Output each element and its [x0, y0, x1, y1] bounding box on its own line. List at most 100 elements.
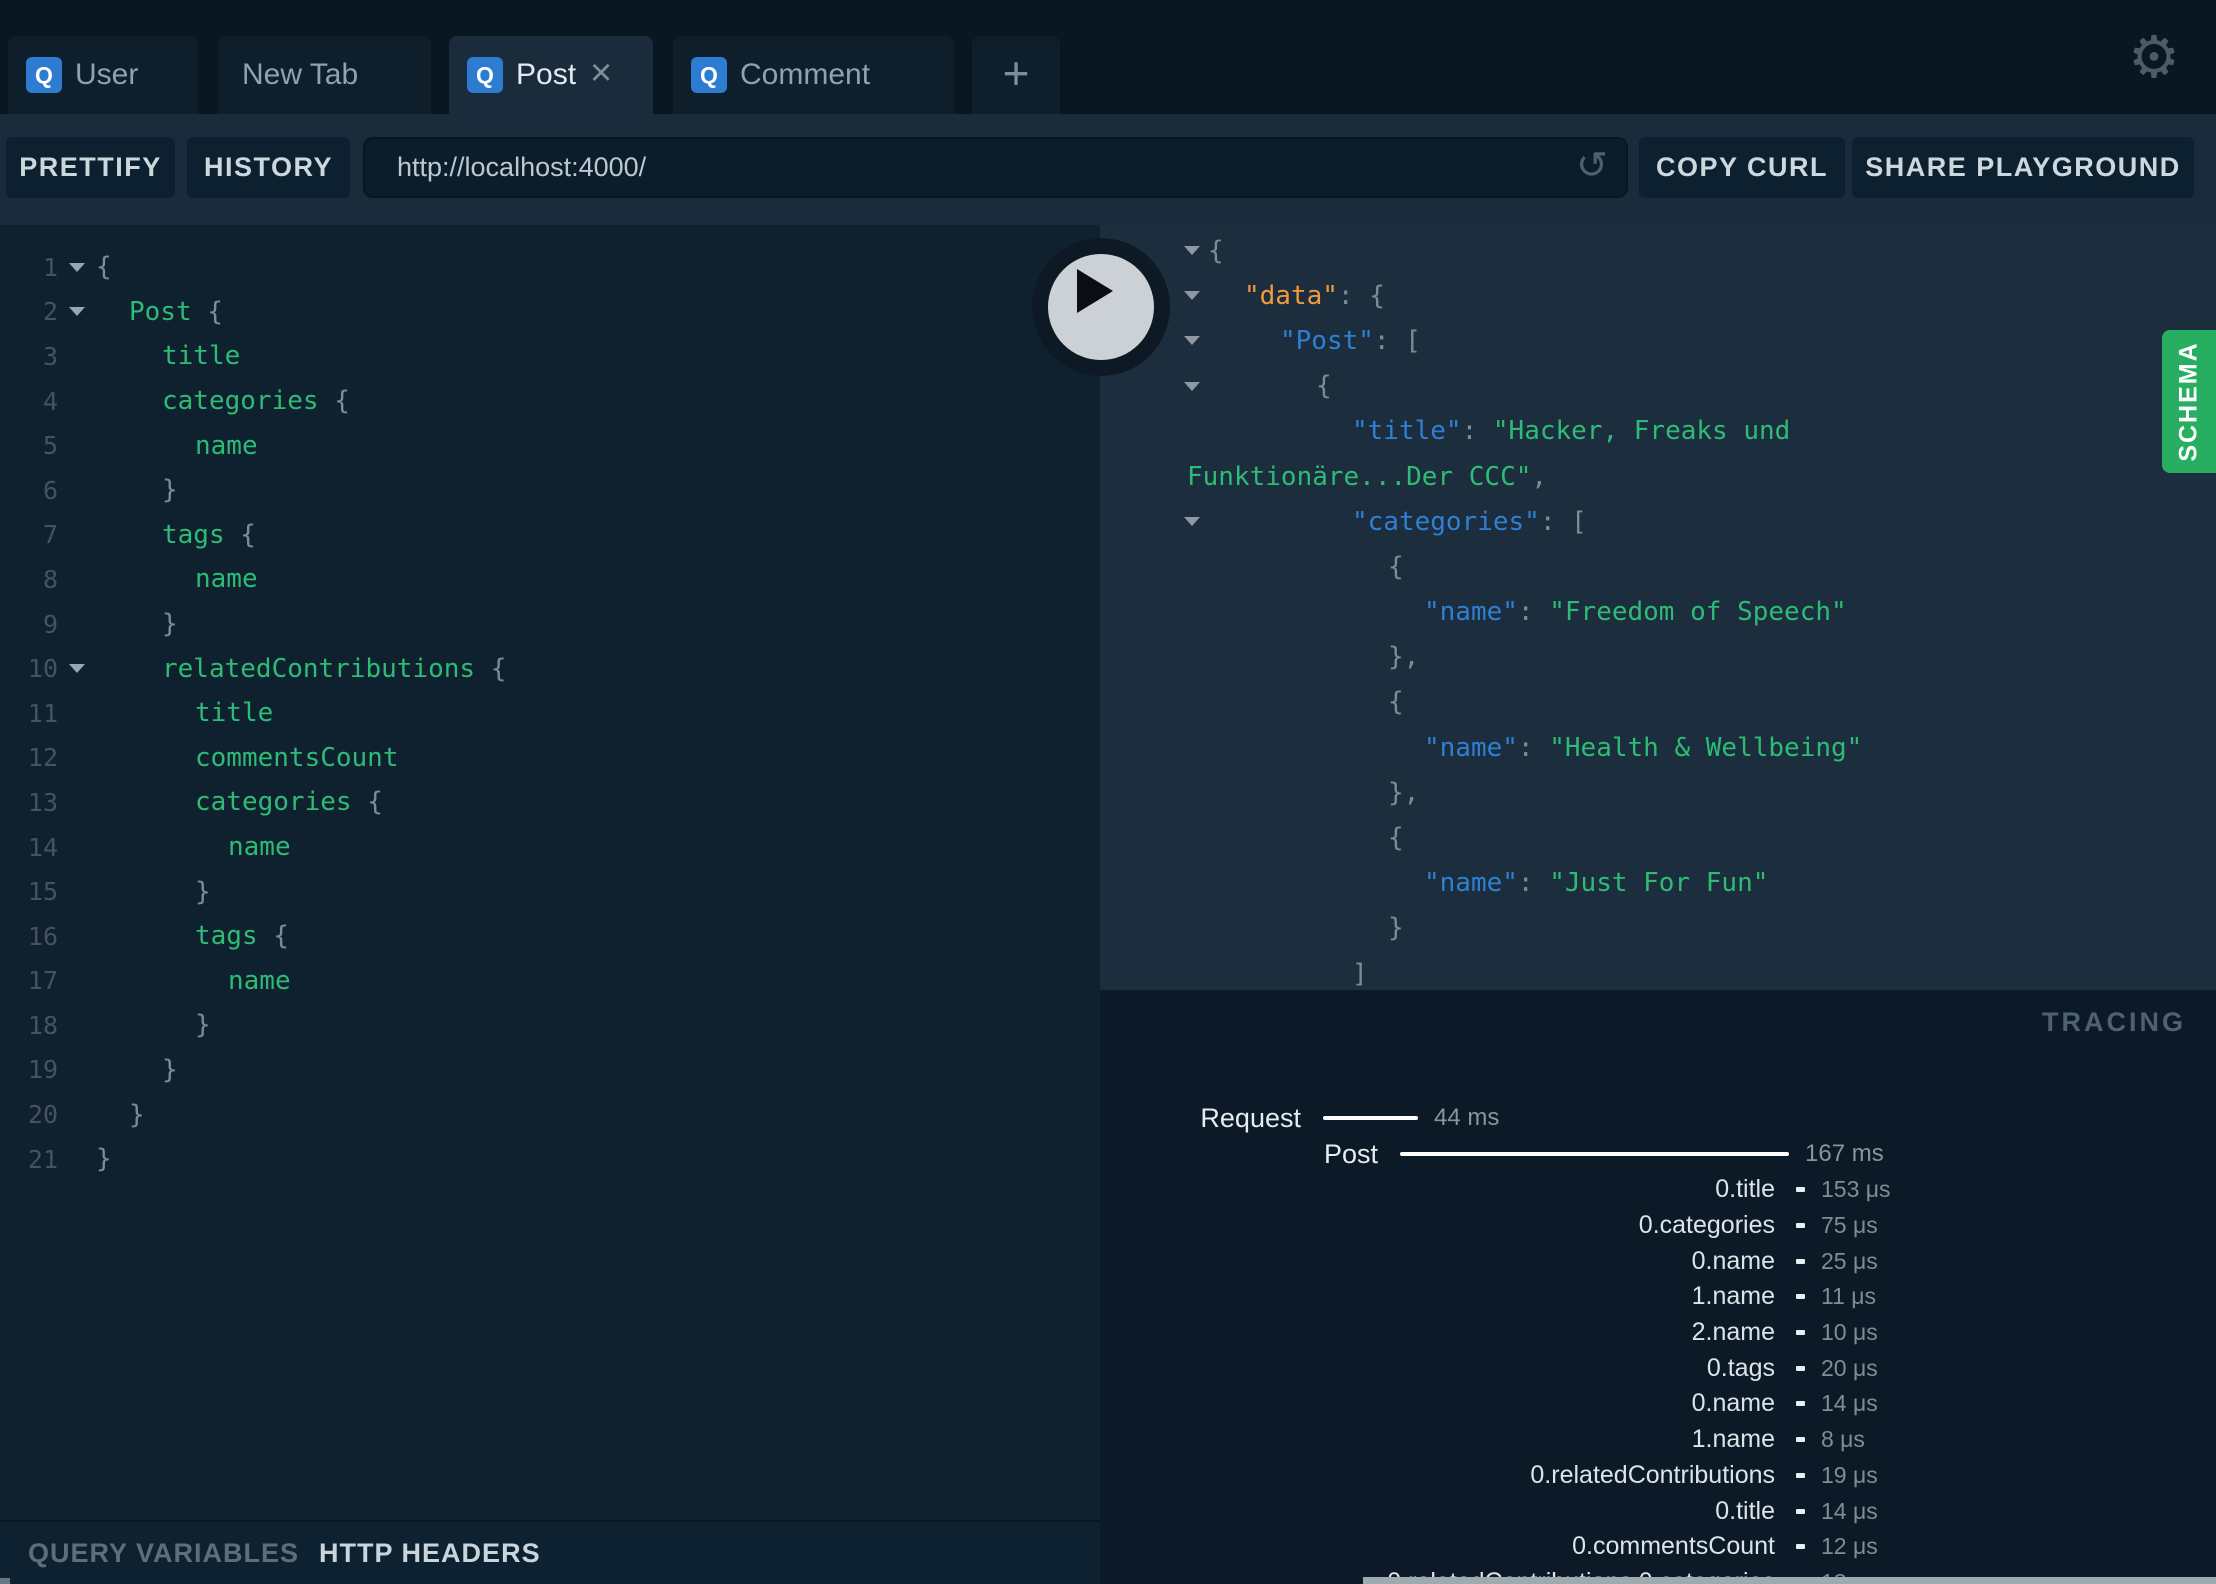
- history-button[interactable]: HISTORY: [187, 137, 350, 198]
- response-line: {: [1100, 544, 2216, 589]
- query-variables-tab[interactable]: QUERY VARIABLES: [28, 1538, 299, 1569]
- editor-line: 14 name: [0, 825, 1100, 870]
- schema-tab-label: SCHEMA: [2174, 341, 2203, 462]
- settings-gear-icon[interactable]: ⚙: [2119, 22, 2189, 92]
- schema-side-tab[interactable]: SCHEMA: [2162, 330, 2216, 473]
- code-token: {: [1208, 235, 1224, 266]
- tab-bar: Q User New Tab Q Post × Q Comment + ⚙: [0, 0, 2216, 114]
- code-token: }: [195, 876, 211, 907]
- code-token: ]: [1352, 958, 1368, 989]
- response-code-text: }: [1208, 913, 1404, 943]
- code-token: {: [224, 519, 256, 550]
- collapse-arrow-icon[interactable]: [1184, 517, 1200, 527]
- fold-arrow-icon[interactable]: [69, 262, 85, 272]
- editor-line: 20}: [0, 1092, 1100, 1137]
- trace-row-bar: [1796, 1472, 1805, 1478]
- endpoint-url-input[interactable]: http://localhost:4000/ ↺: [363, 137, 1628, 198]
- editor-line: 3 title: [0, 334, 1100, 379]
- share-playground-button[interactable]: SHARE PLAYGROUND: [1852, 137, 2194, 198]
- tab-user[interactable]: Q User: [8, 36, 198, 114]
- response-line: "name": "Freedom of Speech": [1100, 590, 2216, 635]
- tracing-span-bar: [1323, 1116, 1418, 1120]
- trace-row-time: 14 μs: [1821, 1497, 1878, 1524]
- play-icon: [1077, 269, 1113, 313]
- editor-code-text: {: [96, 252, 112, 282]
- code-token: tags: [195, 921, 258, 952]
- tracing-title: TRACING: [2042, 1007, 2186, 1037]
- tab-post[interactable]: Q Post ×: [449, 36, 653, 114]
- trace-row: 0.relatedContributions 19 μs: [1100, 1458, 2216, 1494]
- fold-arrow-icon[interactable]: [69, 307, 85, 317]
- code-token: {: [1388, 823, 1404, 854]
- tab-comment[interactable]: Q Comment: [673, 36, 954, 114]
- code-token: {: [475, 653, 507, 684]
- trace-row-bar: [1796, 1223, 1805, 1229]
- collapse-arrow-slot[interactable]: [1100, 381, 1200, 391]
- trace-row-time: 75 μs: [1821, 1212, 1878, 1239]
- code-token: title: [162, 341, 241, 372]
- tab-label: Comment: [740, 58, 871, 91]
- code-token: }: [195, 1010, 211, 1041]
- code-token: name: [195, 564, 258, 595]
- collapse-arrow-icon[interactable]: [1184, 381, 1200, 391]
- line-number: 7: [42, 520, 58, 550]
- line-number: 5: [42, 431, 58, 461]
- trace-row: 0.name 25 μs: [1100, 1243, 2216, 1279]
- horizontal-scrollbar[interactable]: [1363, 1577, 2216, 1584]
- line-number: 6: [42, 475, 58, 505]
- code-token: commentsCount: [195, 742, 399, 773]
- line-number: 3: [42, 341, 58, 371]
- copy-curl-button[interactable]: COPY CURL: [1639, 137, 1845, 198]
- code-token: {: [1316, 371, 1332, 402]
- close-tab-icon[interactable]: ×: [590, 54, 612, 92]
- code-token: }: [96, 1144, 112, 1175]
- editor-line: 15}: [0, 869, 1100, 914]
- fold-arrow-icon[interactable]: [69, 664, 85, 674]
- response-pane: {"data": {"Post": [{"title": "Hacker, Fr…: [1100, 225, 2216, 990]
- editor-line: 18}: [0, 1003, 1100, 1048]
- tracing-span-time: 44 ms: [1434, 1104, 1500, 1131]
- http-headers-tab[interactable]: HTTP HEADERS: [319, 1538, 541, 1569]
- code-token: "Just For Fun": [1549, 868, 1769, 899]
- response-line: {: [1100, 364, 2216, 409]
- line-number: 12: [27, 743, 58, 773]
- code-token: "title": [1352, 416, 1462, 447]
- tab-new-tab[interactable]: New Tab: [218, 36, 431, 114]
- trace-row-label: 0.title: [1715, 1496, 1775, 1525]
- response-code-text: {: [1208, 823, 1404, 853]
- trace-row-bar: [1796, 1365, 1805, 1371]
- code-token: }: [162, 1054, 178, 1085]
- editor-code-text: }: [96, 1055, 178, 1085]
- editor-line: 1{: [0, 245, 1100, 290]
- tracing-panel: TRACING Request 44 ms Post 167 ms 0.title 15…: [1100, 990, 2216, 1584]
- prettify-button[interactable]: PRETTIFY: [6, 137, 175, 198]
- collapse-arrow-slot[interactable]: [1100, 517, 1200, 527]
- code-token: },: [1388, 642, 1420, 673]
- tab-label: User: [75, 58, 139, 91]
- trace-row-bar: [1796, 1330, 1805, 1336]
- fold-arrow-slot[interactable]: [58, 664, 96, 674]
- editor-code-text: tags {: [96, 520, 256, 550]
- fold-arrow-slot[interactable]: [58, 262, 96, 272]
- editor-code-text: commentsCount: [96, 743, 399, 773]
- code-token: name: [195, 430, 258, 461]
- trace-row-label: 0.relatedContributions: [1530, 1460, 1775, 1489]
- query-editor-pane[interactable]: 1{2 Post {3 title 4 categories {5 name 6} 7 tags…: [0, 225, 1100, 1520]
- response-code-text: ]: [1208, 959, 1368, 989]
- collapse-arrow-icon[interactable]: [1184, 336, 1200, 346]
- collapse-arrow-icon[interactable]: [1184, 291, 1200, 301]
- line-number: 17: [27, 966, 58, 996]
- editor-line: 17 name: [0, 959, 1100, 1004]
- editor-code-text: title: [96, 341, 240, 371]
- collapse-arrow-icon[interactable]: [1184, 246, 1200, 256]
- graphql-playground-window: Q User New Tab Q Post × Q Comment + ⚙ PRETTIFY …: [0, 0, 2216, 1584]
- editor-line: 7 tags {: [0, 513, 1100, 558]
- reload-endpoint-icon[interactable]: ↺: [1576, 143, 1608, 187]
- trace-row-time: 14 μs: [1821, 1390, 1878, 1417]
- trace-row-label: 0.categories: [1638, 1211, 1775, 1240]
- new-tab-button[interactable]: +: [972, 36, 1060, 114]
- trace-row-label: 0.name: [1691, 1246, 1775, 1275]
- fold-arrow-slot[interactable]: [58, 307, 96, 317]
- execute-query-button[interactable]: [1032, 238, 1170, 376]
- code-token: categories: [195, 787, 352, 818]
